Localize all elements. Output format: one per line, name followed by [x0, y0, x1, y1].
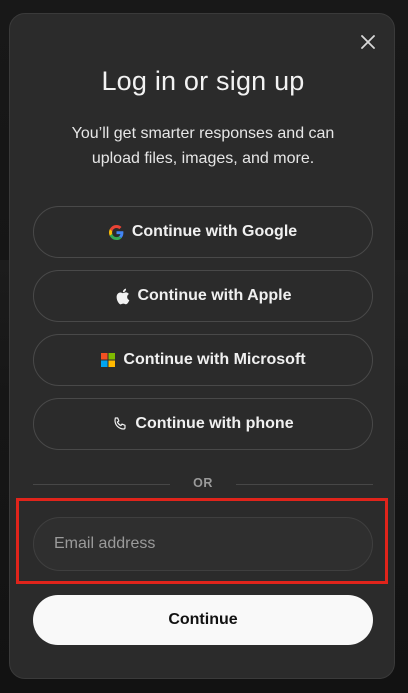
continue-with-google-button[interactable]: Continue with Google [33, 206, 373, 258]
or-label: OR [193, 476, 213, 490]
microsoft-icon [100, 352, 116, 368]
phone-button-label: Continue with phone [135, 415, 294, 432]
continue-button-label: Continue [168, 611, 238, 628]
close-icon [361, 35, 375, 49]
apple-button-label: Continue with Apple [137, 287, 292, 304]
modal-subtitle: You’ll get smarter responses and can upl… [71, 125, 335, 167]
modal-title: Log in or sign up [101, 66, 305, 96]
phone-icon [112, 416, 128, 432]
login-modal: Log in or sign up You’ll get smarter res… [9, 13, 395, 679]
continue-button[interactable]: Continue [33, 595, 373, 645]
google-button-label: Continue with Google [131, 223, 298, 240]
divider-line-left [33, 484, 170, 485]
email-input[interactable] [33, 517, 373, 571]
continue-with-phone-button[interactable]: Continue with phone [33, 398, 373, 450]
divider-line-right [236, 484, 373, 485]
close-button[interactable] [356, 30, 380, 54]
google-icon [109, 224, 125, 240]
continue-with-apple-button[interactable]: Continue with Apple [33, 270, 373, 322]
apple-icon [114, 288, 130, 304]
microsoft-button-label: Continue with Microsoft [123, 351, 306, 368]
continue-with-microsoft-button[interactable]: Continue with Microsoft [33, 334, 373, 386]
or-divider: OR [33, 476, 373, 492]
